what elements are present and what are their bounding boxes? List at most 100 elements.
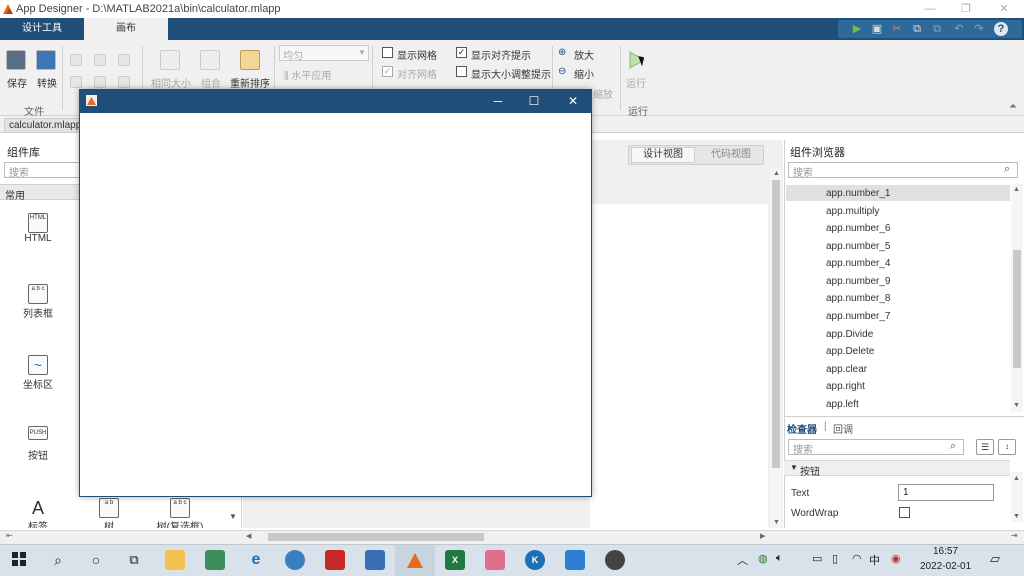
tab-canvas[interactable]: 画布 (84, 18, 168, 40)
zoom-out-button[interactable]: 缩小 (574, 66, 594, 81)
same-size-icon[interactable] (160, 50, 180, 70)
tray-volume-icon[interactable]: 🔈︎ (776, 552, 783, 565)
app-minimize-button[interactable]: ─ (484, 91, 512, 111)
tray-bluetooth-icon[interactable]: ▯ (832, 552, 838, 565)
checkbox-tree-component-icon[interactable]: a b c (170, 498, 190, 518)
minimize-button[interactable]: — (912, 1, 948, 17)
align-top-icon[interactable] (70, 76, 82, 88)
app-close-button[interactable]: ✕ (559, 91, 587, 111)
space-select[interactable]: 均匀 ▼ (279, 45, 369, 62)
app-canvas[interactable] (590, 204, 768, 528)
tree-component-icon[interactable]: a b (99, 498, 119, 518)
help-icon[interactable]: ? (994, 22, 1008, 36)
tree-item[interactable]: app.multiply (826, 206, 879, 217)
same-size-button[interactable]: 相同大小 (151, 75, 191, 90)
scroll-left-arrow-icon[interactable]: ◀ (246, 532, 251, 540)
collapse-ribbon-icon[interactable]: ⏶ (1009, 101, 1017, 112)
globe-icon[interactable] (285, 550, 305, 570)
search-taskbar-icon[interactable]: ⌕ (48, 550, 68, 570)
app-maximize-button[interactable]: ☐ (520, 91, 548, 111)
canvas-scroll-up-icon[interactable]: ▲ (773, 170, 780, 177)
zoom-in-icon[interactable]: ⊕ (558, 47, 566, 58)
tray-app-icon[interactable]: ◉ (891, 552, 901, 565)
browser-scroll-thumb[interactable] (1013, 250, 1021, 368)
tab-inspector[interactable]: 检查器 (787, 421, 817, 436)
tree-item[interactable]: app.number_1 (826, 188, 891, 199)
grid-app-icon[interactable] (365, 550, 385, 570)
listbox-component-icon[interactable]: a b c (28, 284, 48, 304)
browser-scroll-up-icon[interactable]: ▲ (1013, 186, 1020, 193)
snap-grid-checkbox[interactable]: ✓ (382, 66, 393, 77)
run-button[interactable]: 运行 (626, 75, 646, 90)
app-preview-window[interactable] (79, 89, 592, 497)
group-icon[interactable] (200, 50, 220, 70)
group-button[interactable]: 组合 (201, 75, 221, 90)
axes-component-icon[interactable]: ~ (28, 355, 48, 375)
prop-text-input[interactable]: 1 (898, 484, 994, 501)
convert-button[interactable]: 转换 (37, 75, 57, 90)
tray-chevron-icon[interactable]: ︿ (737, 552, 748, 568)
align-right-icon[interactable] (118, 54, 130, 66)
tab-design-tools[interactable]: 设计工具 (0, 18, 84, 40)
align-center-icon[interactable] (94, 54, 106, 66)
scroll-left-icon[interactable]: ⇤ (6, 531, 13, 540)
reorder-button[interactable]: 重新排序 (230, 75, 270, 90)
breadcrumb-file[interactable]: calculator.mlapp (4, 118, 87, 133)
browser-search-input[interactable]: 搜索 (788, 162, 1018, 179)
scroll-right-icon[interactable]: ⇥ (1011, 531, 1018, 540)
tree-item[interactable]: app.Delete (826, 346, 874, 357)
horizontal-scrollbar[interactable] (0, 530, 1024, 544)
fit-zoom-button[interactable]: 缩放 (593, 86, 613, 101)
code-view-button[interactable]: 代码视图 (700, 147, 762, 163)
tree-item[interactable]: app.number_8 (826, 293, 891, 304)
save-button[interactable]: 保存 (7, 75, 27, 90)
tree-item[interactable]: app.left (826, 399, 859, 410)
wordwrap-checkbox[interactable] (899, 507, 910, 518)
paste-quick-icon[interactable]: ⧉ (930, 22, 944, 36)
tray-network-icon[interactable]: ◠ (852, 552, 862, 565)
copy-quick-icon[interactable]: ⧉ (910, 22, 924, 36)
label-component-icon[interactable]: A (28, 498, 48, 518)
align-middle-icon[interactable] (94, 76, 106, 88)
clock-date[interactable]: 2022-02-01 (920, 561, 971, 572)
canvas-scroll-down-icon[interactable]: ▼ (773, 519, 780, 526)
scroll-right-arrow-icon[interactable]: ▶ (760, 532, 765, 540)
app-icon-2[interactable] (325, 550, 345, 570)
file-explorer-icon[interactable] (165, 550, 185, 570)
align-bottom-icon[interactable] (118, 76, 130, 88)
app-icon-3[interactable] (485, 550, 505, 570)
close-button[interactable]: ✕ (986, 1, 1022, 17)
clock-time[interactable]: 16:57 (933, 546, 958, 557)
app-window-titlebar[interactable] (80, 90, 591, 113)
task-view-icon[interactable]: ⧉ (124, 550, 144, 570)
sort-az-icon[interactable]: ↕ (998, 439, 1016, 455)
group-view-icon[interactable]: ☰ (976, 439, 994, 455)
ime-indicator[interactable]: 中 (869, 552, 880, 568)
store-icon[interactable] (565, 550, 585, 570)
tree-item[interactable]: app.number_7 (826, 311, 891, 322)
button-component-icon[interactable]: PUSH (28, 426, 48, 440)
tray-battery-icon[interactable]: ▭ (812, 552, 822, 565)
tree-item[interactable]: app.number_5 (826, 241, 891, 252)
restore-button[interactable]: ❐ (948, 1, 984, 17)
inspector-scroll-down-icon[interactable]: ▼ (1013, 513, 1020, 520)
property-group-button[interactable]: ▼ 按钮 (784, 460, 1010, 478)
show-resize-hints-checkbox[interactable] (456, 66, 467, 77)
k-app-icon[interactable]: K (525, 550, 545, 570)
save-icon[interactable] (6, 50, 26, 70)
tree-item[interactable]: app.number_6 (826, 223, 891, 234)
undo-quick-icon[interactable]: ↶ (952, 22, 966, 36)
inspector-scroll-up-icon[interactable]: ▲ (1013, 475, 1020, 482)
app-icon-1[interactable] (205, 550, 225, 570)
canvas-scroll-thumb[interactable] (772, 180, 780, 468)
tab-callbacks[interactable]: 回调 (833, 421, 853, 436)
cortana-icon[interactable]: ○ (86, 550, 106, 570)
notification-icon[interactable]: ▱ (990, 551, 1000, 567)
tree-item[interactable]: app.Divide (826, 329, 873, 340)
inspector-search-input[interactable]: 搜索 (788, 439, 964, 456)
matlab-taskbar-icon[interactable] (405, 550, 425, 570)
library-scroll-down-icon[interactable]: ▼ (229, 512, 237, 521)
cut-quick-icon[interactable]: ✂ (890, 22, 904, 36)
record-app-icon[interactable] (605, 550, 625, 570)
tree-item[interactable]: app.number_9 (826, 276, 891, 287)
